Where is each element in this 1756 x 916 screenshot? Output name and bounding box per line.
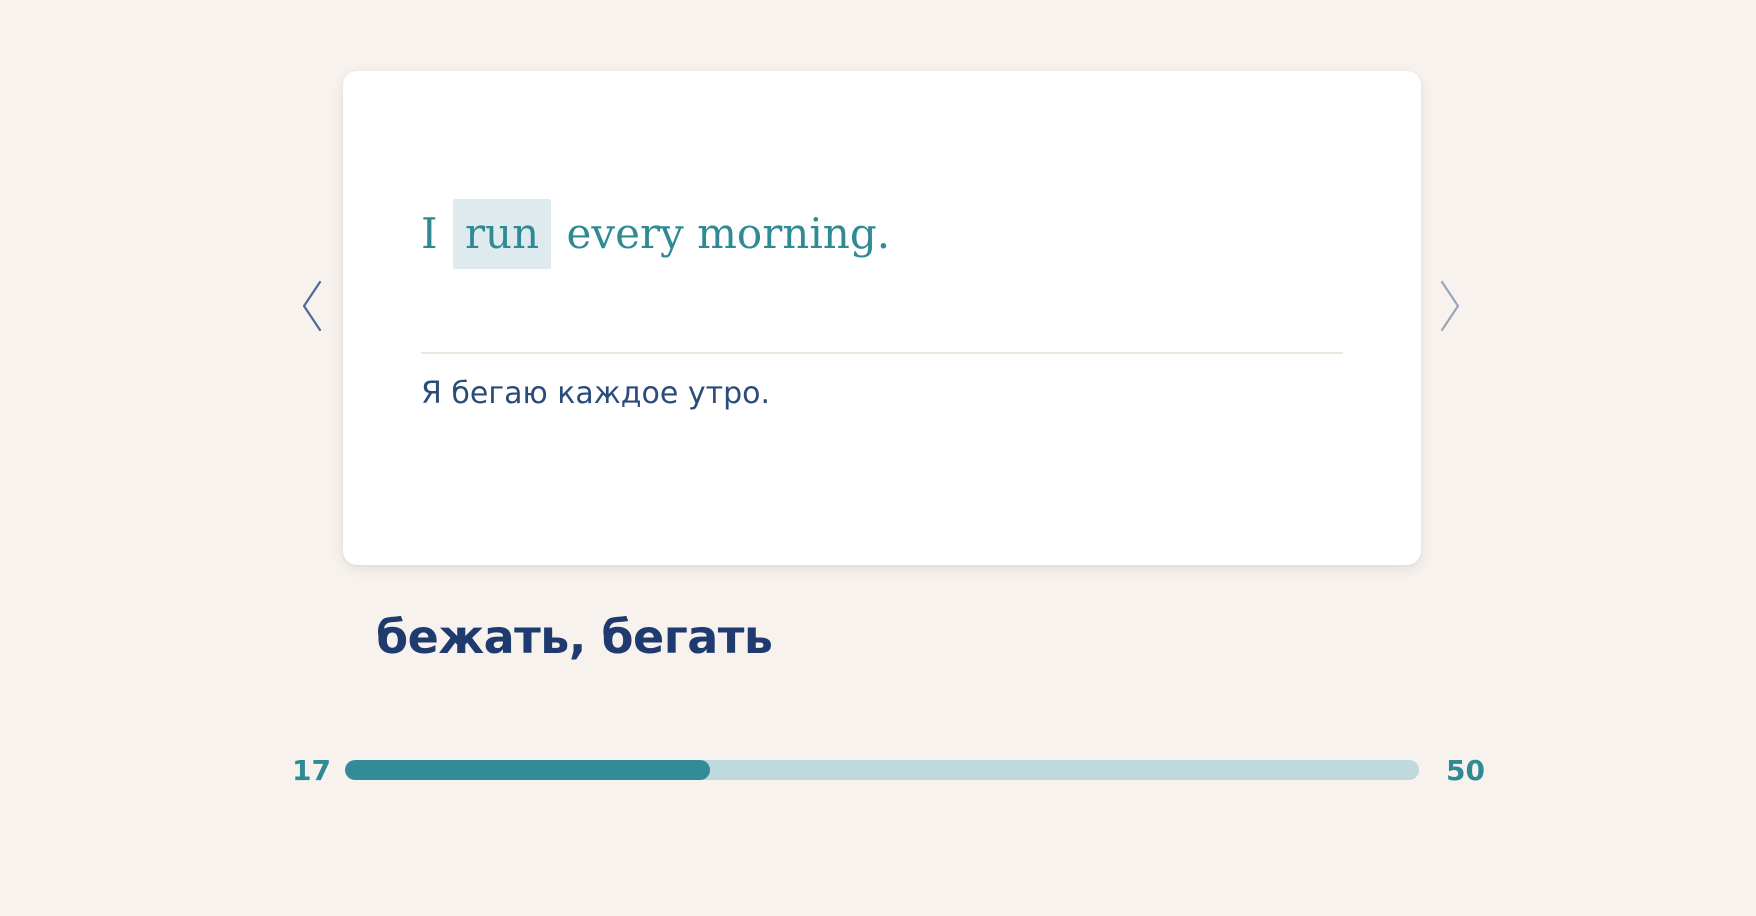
- previous-card-button[interactable]: [298, 278, 328, 334]
- progress-total-label: 50: [1446, 754, 1485, 787]
- flashcard: I run every morning. Я бегаю каждое утро…: [343, 71, 1421, 565]
- sentence-translation: Я бегаю каждое утро.: [421, 376, 771, 411]
- example-sentence: I run every morning.: [421, 199, 890, 269]
- next-card-button[interactable]: [1434, 278, 1464, 334]
- sentence-before: I: [421, 209, 438, 258]
- word-translation: бежать, бегать: [376, 610, 773, 664]
- progress-bar: [345, 760, 1419, 780]
- chevron-left-icon: [302, 280, 322, 332]
- sentence-after: every morning.: [566, 209, 891, 258]
- highlighted-word[interactable]: run: [452, 199, 552, 269]
- chevron-right-icon: [1440, 280, 1460, 332]
- progress-current-label: 17: [292, 754, 331, 787]
- progress-fill: [345, 760, 711, 780]
- card-divider: [421, 352, 1343, 354]
